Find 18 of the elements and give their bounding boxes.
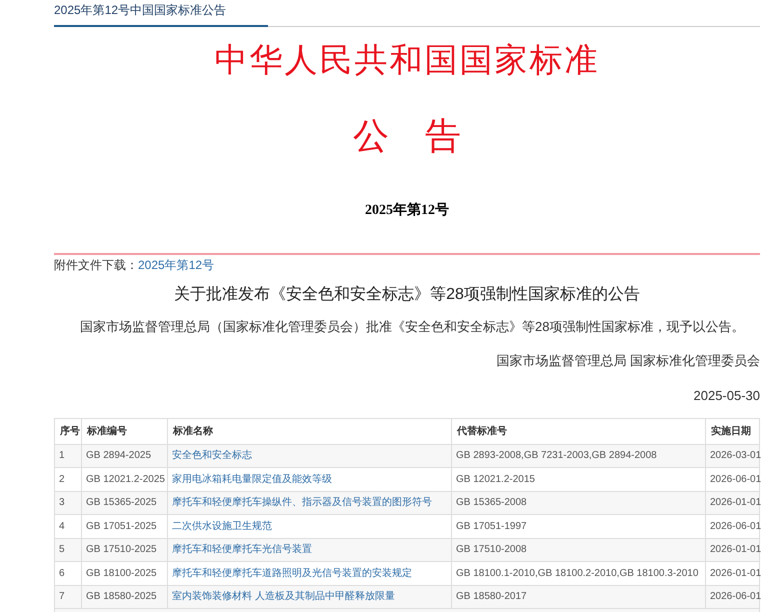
table-cell-text: 3 [58, 496, 66, 510]
attachment-label: 附件文件下载： [54, 257, 138, 273]
table-cell-text: 7 [58, 590, 66, 604]
notice-body: 国家市场监督管理总局（国家标准化管理委员会）批准《安全色和安全标志》等28项强制性国家标准，现予以公告。 [79, 318, 746, 336]
page-title: 中华人民共和国国家标准 [214, 45, 600, 78]
table-cell-text: 2 [58, 472, 66, 487]
notice-date: 2025-05-30 [692, 387, 760, 405]
notice-heading: 关于批准发布《安全色和安全标志》等28项强制性国家标准的公告 [173, 284, 641, 305]
notice-title: 公 告 [353, 118, 461, 154]
table-cell-text: 5 [58, 543, 66, 558]
signature: 国家市场监督管理总局 国家标准化管理委员会 [495, 352, 760, 370]
table-cell-text: 4 [58, 520, 66, 534]
table-cell-text: 6 [58, 566, 66, 581]
breadcrumb-tab[interactable]: 2025年第12号中国国家标准公告 [54, 1, 268, 27]
attachment-link[interactable]: 2025年第12号 [138, 257, 214, 273]
table-cell-text: 1 [58, 449, 66, 464]
issue-number: 2025年第12号 [365, 201, 449, 220]
column-header: 序号 [59, 424, 81, 438]
